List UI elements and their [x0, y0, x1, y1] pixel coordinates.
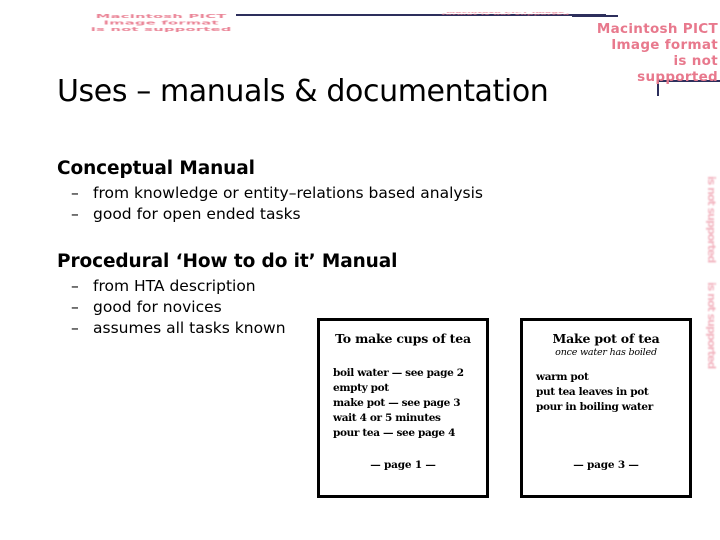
- manual-page-title: Make pot of tea: [552, 331, 660, 346]
- slide-title: Uses – manuals & documentation: [57, 74, 549, 109]
- manual-page-title: To make cups of tea: [335, 331, 471, 346]
- bullet-dash-icon: –: [71, 298, 79, 316]
- outline-group: Conceptual Manual – from knowledge or ent…: [57, 158, 577, 223]
- manual-page-footer: — page 3 —: [573, 459, 639, 471]
- manual-page-step: boil water — see page 2: [333, 367, 464, 379]
- broken-image-placeholder-top-left: Macintosh PICT Image format is not suppo…: [90, 13, 232, 33]
- manual-page-step: warm pot: [536, 371, 589, 383]
- manual-page-step: pour in boiling water: [536, 400, 653, 413]
- manual-page-step: empty pot: [333, 381, 389, 394]
- header-rule-line-segment: [572, 15, 618, 17]
- manual-page-step-list: boil water — see page 2 empty pot make p…: [320, 366, 486, 441]
- manual-page-subtitle: once water has boiled: [555, 347, 657, 358]
- outline-bullet-label: good for novices: [93, 298, 222, 316]
- bullet-dash-icon: –: [71, 184, 79, 202]
- broken-image-placeholder-top-middle: Macintosh PICT Image format is not suppo…: [441, 12, 570, 16]
- manual-page-step: make pot — see page 3: [333, 396, 461, 409]
- slide-canvas: Macintosh PICT Image format is not suppo…: [0, 0, 720, 540]
- outline-bullet-label: from knowledge or entity–relations based…: [93, 184, 484, 202]
- manual-page-step: wait 4 or 5 minutes: [333, 411, 441, 424]
- manual-page-footer: — page 1 —: [370, 459, 436, 471]
- manual-page-step: pour tea — see page 4: [333, 426, 456, 439]
- manual-page-box-2: Make pot of tea once water has boiled wa…: [520, 318, 692, 498]
- manual-page-step-list: warm pot put tea leaves in pot pour in b…: [523, 370, 689, 415]
- outline-bullet: – from HTA description: [57, 277, 577, 295]
- outline-bullet-label: assumes all tasks known: [93, 319, 286, 337]
- outline-heading: Procedural ‘How to do it’ Manual: [57, 251, 398, 272]
- outline-bullet-label: good for open ended tasks: [93, 205, 301, 223]
- outline-heading: Conceptual Manual: [57, 158, 255, 179]
- manual-page-step: put tea leaves in pot: [536, 385, 649, 398]
- bullet-dash-icon: –: [71, 277, 79, 295]
- outline-bullet: – from knowledge or entity–relations base…: [57, 184, 577, 202]
- manual-page-box-1: To make cups of tea boil water — see pag…: [317, 318, 489, 498]
- bullet-dash-icon: –: [71, 205, 79, 223]
- slide-body-outline: Conceptual Manual – from knowledge or ent…: [57, 158, 577, 340]
- outline-group-spacer: [57, 226, 577, 251]
- broken-image-placeholder-right-edge-upper: is not supported: [705, 176, 718, 263]
- bullet-dash-icon: –: [71, 319, 79, 337]
- outline-bullet-label: from HTA description: [93, 277, 256, 295]
- broken-image-placeholder-right-edge-lower: is not supported: [705, 282, 718, 369]
- outline-bullet: – good for novices: [57, 298, 577, 316]
- outline-bullet: – good for open ended tasks: [57, 205, 577, 223]
